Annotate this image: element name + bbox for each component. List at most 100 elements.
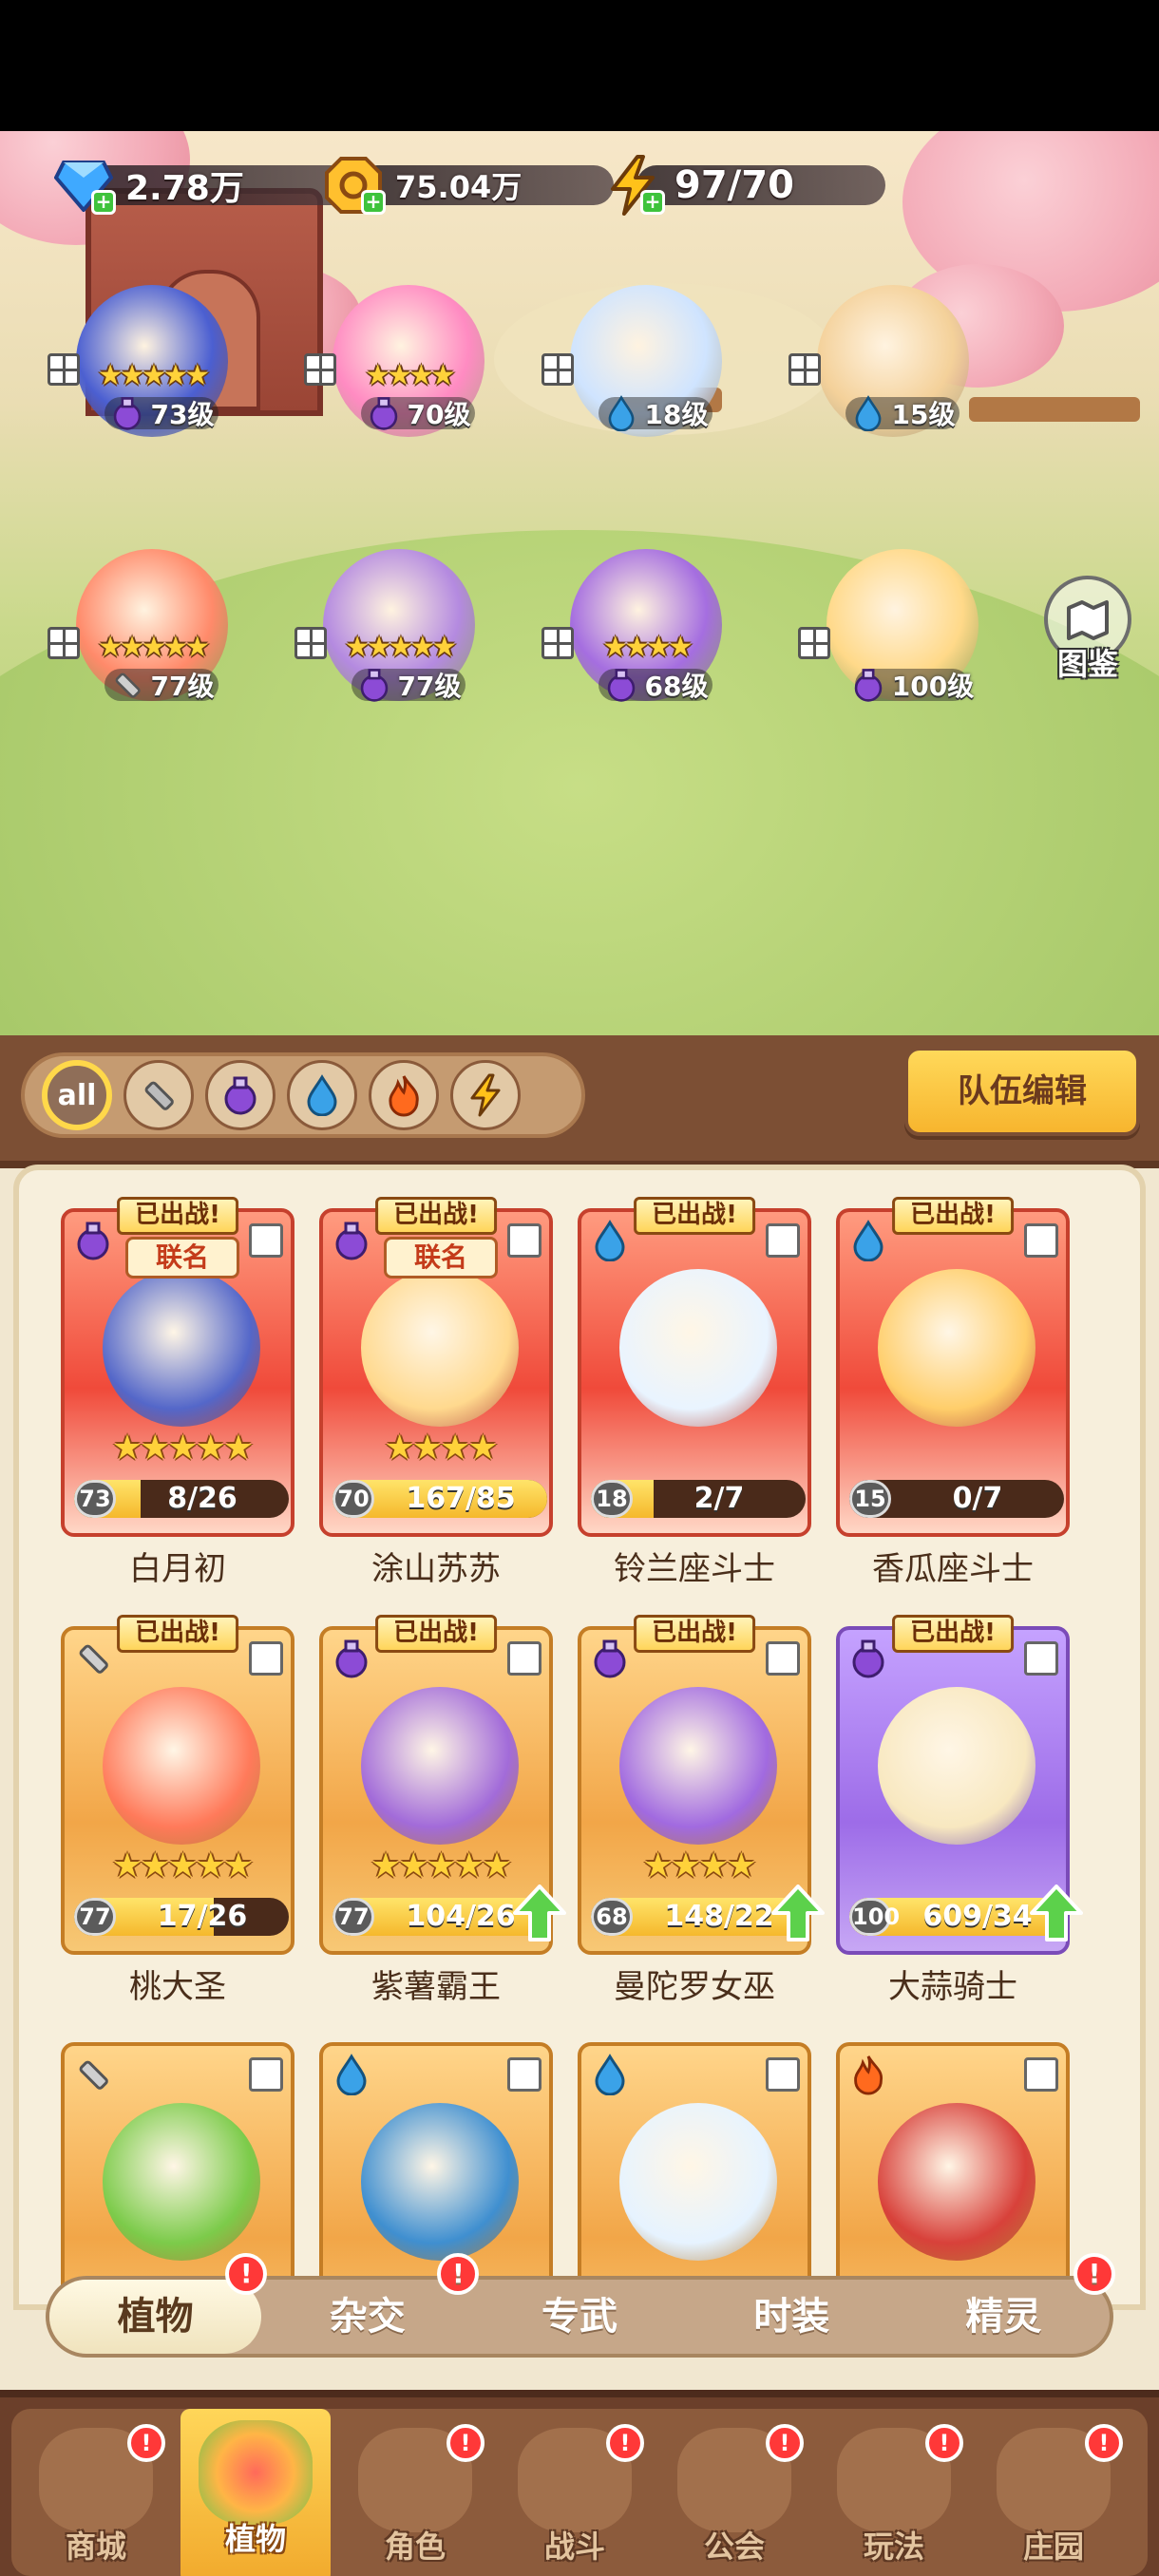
hero-stars: ★★★★ (365, 359, 456, 392)
grid-icon (542, 353, 574, 386)
hero-level: 68 (591, 1898, 633, 1936)
add-energy-icon[interactable]: + (640, 190, 665, 215)
field-hero[interactable]: ★★★★★ 77级 (294, 540, 504, 767)
team-edit-button[interactable]: 队伍编辑 (904, 1047, 1140, 1136)
hero-name: 紫薯霸王 (371, 1968, 501, 2006)
hero-portrait (619, 2103, 777, 2261)
grid-icon (249, 2057, 283, 2092)
fire-icon (847, 2054, 889, 2095)
nav-battle[interactable]: 战斗! (500, 2416, 650, 2576)
filter-water[interactable] (287, 1060, 357, 1130)
sword-icon (72, 2054, 114, 2095)
deployed-badge: 已出战! (375, 1615, 497, 1653)
tab-label: 时装 (753, 2295, 830, 2339)
field-hero[interactable]: ★★★★★ 73级 (48, 275, 256, 503)
gems-counter[interactable]: + 2.78万 (53, 161, 363, 215)
hero-name: 曼陀罗女巫 (614, 1968, 775, 2006)
nav-characters[interactable]: 角色! (340, 2416, 490, 2576)
alert-icon: ! (446, 2424, 484, 2462)
energy-counter[interactable]: + 97/70 (602, 155, 885, 216)
filter-all[interactable]: all (42, 1060, 112, 1130)
hero-level-label: 70级 (407, 399, 471, 430)
hero-portrait (103, 1687, 260, 1845)
nav-label: 战斗 (543, 2529, 605, 2565)
hero-portrait (103, 2103, 260, 2261)
field-hero[interactable]: 100级 (798, 540, 1007, 767)
hero-name: 桃大圣 (129, 1968, 226, 2006)
hero-portrait (361, 2103, 519, 2261)
add-gems-icon[interactable]: + (91, 190, 116, 215)
plants-icon (199, 2420, 313, 2525)
hero-level: 100 (849, 1898, 900, 1936)
hero-stars: ★★★★ (384, 1429, 498, 1468)
tab-spirits[interactable]: 精灵! (898, 2253, 1116, 2354)
alert-icon: ! (925, 2424, 963, 2462)
hero-level: 73 (74, 1480, 116, 1518)
hero-portrait (878, 2103, 1036, 2261)
hero-portrait (619, 1269, 777, 1427)
upgrade-arrow-icon (771, 1885, 825, 1941)
filter-lightning[interactable] (450, 1060, 521, 1130)
alert-icon: ! (606, 2424, 644, 2462)
hero-stars: ★★★★★ (344, 631, 457, 664)
deployed-badge: 已出战! (117, 1615, 238, 1653)
nav-label: 植物 (224, 2521, 286, 2557)
add-coins-icon[interactable]: + (361, 190, 386, 215)
nav-label: 公会 (703, 2529, 765, 2565)
grid-icon (798, 627, 830, 659)
field-hero[interactable]: ★★★★ 70级 (304, 275, 513, 503)
deployed-badge: 已出战! (375, 1197, 497, 1235)
fragment-progress: 18 2/7 (591, 1480, 806, 1518)
tab-weapons[interactable]: 专武 (473, 2280, 685, 2354)
status-bar (0, 0, 1159, 131)
nav-shop[interactable]: 商城! (21, 2416, 171, 2576)
grid-icon (788, 353, 821, 386)
grid-icon (249, 1223, 283, 1258)
hero-level: 77级 (86, 665, 238, 705)
fragment-count: 167/85 (406, 1482, 516, 1515)
sword-icon (72, 1638, 114, 1679)
grid-icon (766, 2057, 800, 2092)
tab-plants[interactable]: 植物! (49, 2253, 268, 2354)
hero-portrait (878, 1269, 1036, 1427)
hero-level: 18 (591, 1480, 633, 1518)
hero-level: 77 (332, 1898, 374, 1936)
coins-value: 75.04万 (395, 169, 522, 205)
alert-icon: ! (1085, 2424, 1123, 2462)
coins-counter[interactable]: + 75.04万 (323, 157, 614, 215)
potion-icon (72, 1220, 114, 1261)
deployed-badge: 已出战! (117, 1197, 238, 1235)
water-drop-icon (307, 1074, 337, 1116)
nav-guild[interactable]: 公会! (659, 2416, 809, 2576)
water-drop-icon (603, 395, 639, 432)
tab-outfits[interactable]: 时装 (686, 2280, 898, 2354)
bottom-nav: 商城! 植物 角色! 战斗! 公会! 玩法! 庄园! (0, 2390, 1159, 2576)
filter-potion[interactable] (205, 1060, 276, 1130)
hero-name: 大蒜骑士 (888, 1968, 1017, 2006)
nav-manor[interactable]: 庄园! (978, 2416, 1129, 2576)
field-hero[interactable]: 15级 (788, 275, 998, 503)
nav-gameplay[interactable]: 玩法! (819, 2416, 969, 2576)
hero-stars: ★★★★★ (111, 1847, 254, 1885)
water-drop-icon (589, 1220, 631, 1262)
field-hero[interactable]: 18级 (542, 275, 750, 503)
field-hero[interactable]: ★★★★ 68级 (542, 540, 750, 767)
atlas-button[interactable]: 图鉴 (1036, 576, 1140, 682)
water-drop-icon (589, 2054, 631, 2096)
nav-plants[interactable]: 植物 (180, 2409, 331, 2576)
potion-icon (366, 395, 402, 431)
fragment-progress: 73 8/26 (74, 1480, 289, 1518)
potion-icon (331, 1638, 372, 1679)
hero-level: 77 (74, 1898, 116, 1936)
hero-level-label: 77级 (397, 671, 462, 702)
filter-fire[interactable] (369, 1060, 439, 1130)
hero-level: 77级 (332, 665, 484, 705)
fragment-count: 0/7 (952, 1482, 1003, 1515)
potion-icon (847, 1638, 889, 1679)
potion-icon (224, 1076, 256, 1115)
potion-icon (356, 667, 392, 703)
filter-sword[interactable] (124, 1060, 194, 1130)
tab-hybrid[interactable]: 杂交! (261, 2253, 480, 2354)
field-hero[interactable]: ★★★★★ 77级 (48, 540, 256, 767)
grid-icon (507, 2057, 542, 2092)
